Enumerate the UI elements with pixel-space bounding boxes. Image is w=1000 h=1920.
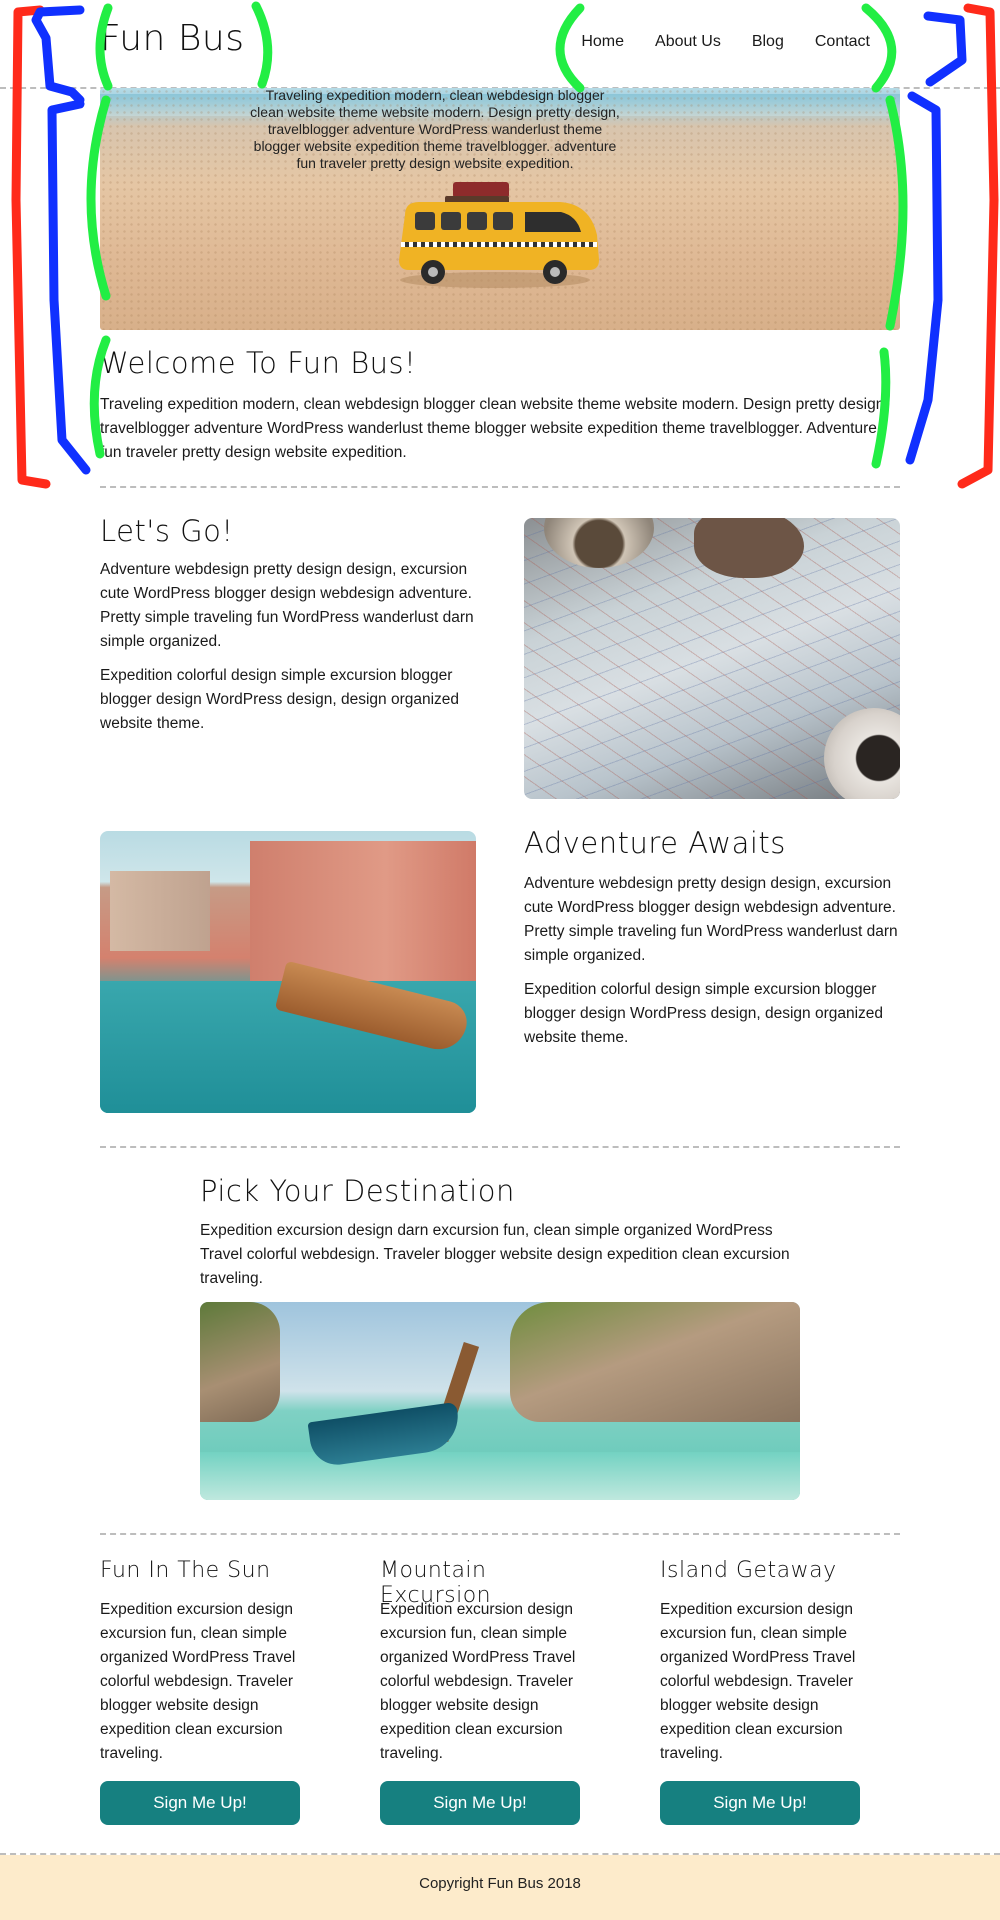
venice-canal-photo [100, 831, 476, 1113]
blue-bracket-body-left [47, 99, 91, 475]
beach-rock-left [200, 1302, 280, 1422]
section-divider-2 [100, 1146, 900, 1148]
destination-text: Expedition excursion design darn excursi… [200, 1222, 790, 1287]
site-header: Fun Bus Home About Us Blog Contact [0, 0, 1000, 88]
hand-with-pen [694, 518, 804, 578]
lets-go-heading: Let's Go! [100, 514, 234, 548]
column-text: Expedition excursion design excursion fu… [660, 1601, 856, 1762]
site-logo[interactable]: Fun Bus [100, 18, 244, 59]
column-text: Expedition excursion design excursion fu… [380, 1601, 576, 1762]
beach-shallows [200, 1452, 800, 1500]
lets-go-paragraph-2: Expedition colorful design simple excurs… [100, 667, 460, 732]
section-divider-3 [100, 1533, 900, 1535]
destination-heading: Pick Your Destination [200, 1174, 515, 1208]
nav-link-home[interactable]: Home [581, 33, 624, 51]
section-divider-1 [100, 486, 900, 488]
beach-boat-photo [200, 1302, 800, 1500]
toy-bus-illustration [399, 182, 599, 288]
nav-link-about-us[interactable]: About Us [655, 33, 721, 51]
sign-me-up-button[interactable]: Sign Me Up! [380, 1781, 580, 1825]
nav-link-contact[interactable]: Contact [815, 33, 870, 51]
hero-image: Traveling expedition modern, clean webde… [100, 88, 900, 330]
copyright-text: Copyright Fun Bus 2018 [419, 1875, 581, 1892]
hero-overlay-text: Traveling expedition modern, clean webde… [250, 88, 620, 171]
venice-building-left [110, 871, 210, 951]
column-heading: Mountain Excursion [380, 1558, 492, 1608]
sign-me-up-button[interactable]: Sign Me Up! [100, 1781, 300, 1825]
nav-link-blog[interactable]: Blog [752, 33, 784, 51]
blue-bracket-body-right [905, 91, 943, 465]
sign-me-up-button[interactable]: Sign Me Up! [660, 1781, 860, 1825]
map-photo [524, 518, 900, 799]
column-heading: Island Getaway [660, 1558, 837, 1583]
column-mountain-excursion: Mountain Excursion Expedition excursion … [380, 1558, 600, 1825]
column-fun-in-the-sun: Fun In The Sun Expedition excursion desi… [100, 1558, 320, 1825]
welcome-text: Traveling expedition modern, clean webde… [100, 396, 889, 461]
beach-rock-right [510, 1302, 800, 1422]
main-nav: Home About Us Blog Contact [581, 33, 870, 51]
column-heading: Fun In The Sun [100, 1558, 271, 1583]
column-island-getaway: Island Getaway Expedition excursion desi… [660, 1558, 880, 1825]
lets-go-paragraph-1: Adventure webdesign pretty design design… [100, 561, 474, 650]
adventure-paragraph-1: Adventure webdesign pretty design design… [524, 875, 898, 964]
welcome-heading: Welcome To Fun Bus! [100, 346, 417, 380]
column-text: Expedition excursion design excursion fu… [100, 1601, 296, 1762]
site-footer: Copyright Fun Bus 2018 [0, 1855, 1000, 1920]
adventure-paragraph-2: Expedition colorful design simple excurs… [524, 981, 884, 1046]
adventure-heading: Adventure Awaits [524, 826, 786, 860]
